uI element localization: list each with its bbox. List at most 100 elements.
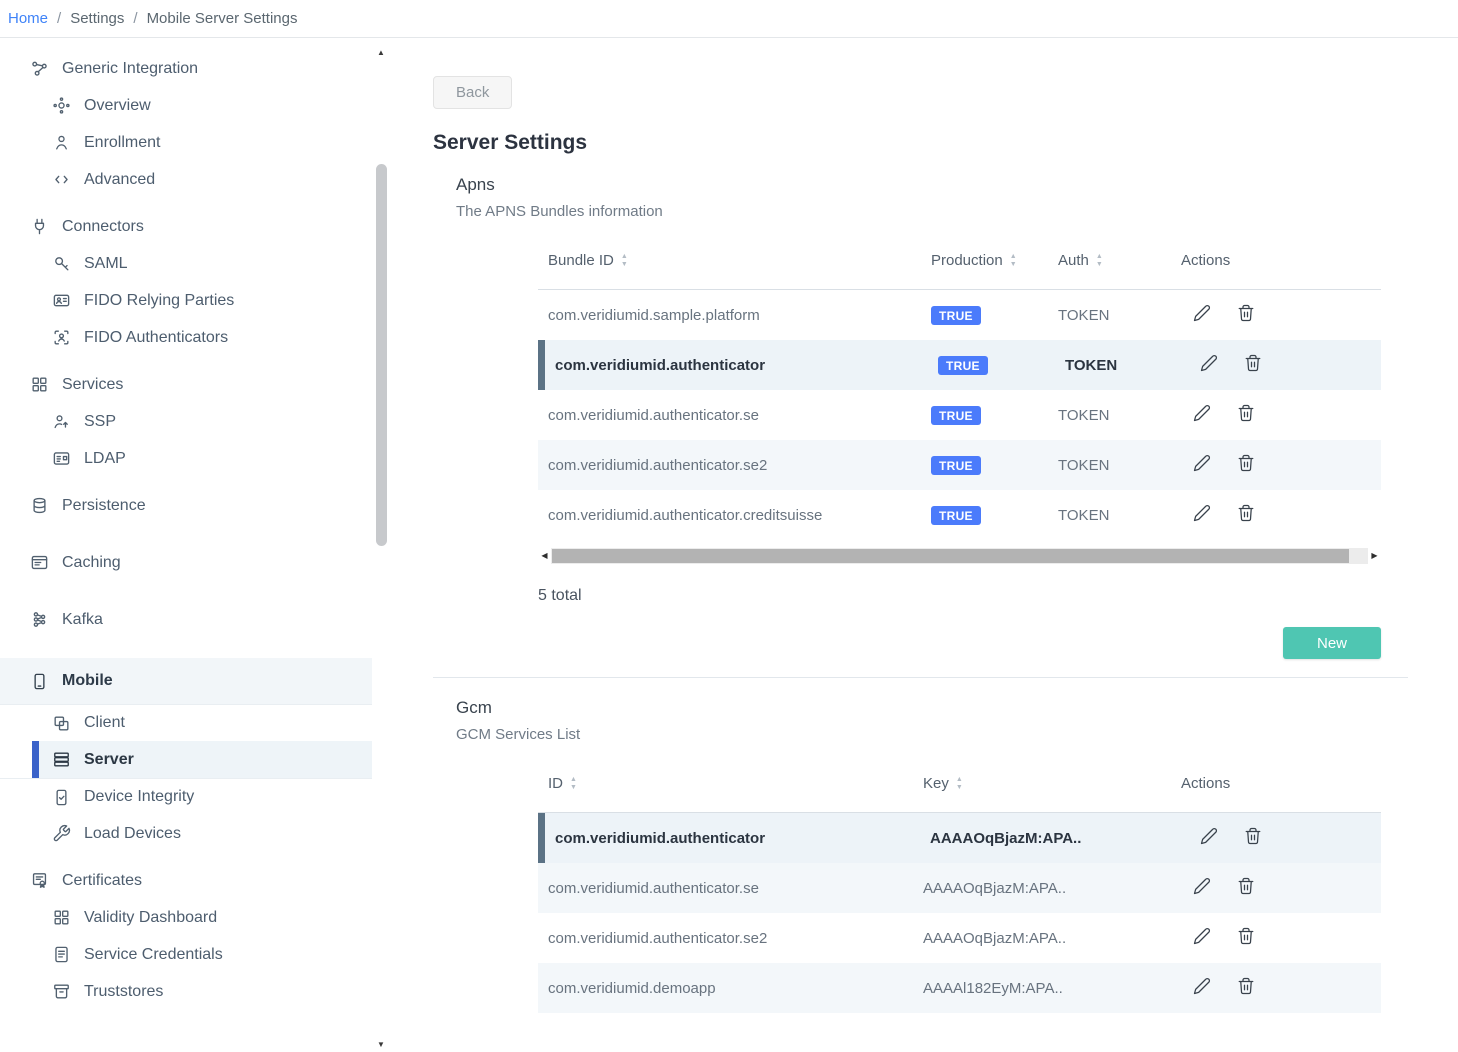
sidebar-item-kafka[interactable]: Kafka [0,601,372,638]
delete-icon[interactable] [1237,977,1255,995]
delete-icon[interactable] [1237,877,1255,895]
sidebar-item-fido-authenticators[interactable]: FIDO Authenticators [0,319,372,356]
sidebar-item-certificates[interactable]: Certificates [0,862,372,899]
sidebar-item-advanced[interactable]: Advanced [0,161,372,198]
table-row[interactable]: com.veridiumid.authenticator.se2 AAAAOqB… [538,913,1381,963]
id-card-icon [52,449,71,468]
delete-icon[interactable] [1237,454,1255,472]
sidebar-item-ssp[interactable]: SSP [0,403,372,440]
delete-icon[interactable] [1237,404,1255,422]
sidebar-item-ldap[interactable]: LDAP [0,440,372,477]
breadcrumb-separator: / [57,10,61,27]
edit-icon[interactable] [1193,977,1211,995]
sidebar-item-label: FIDO Relying Parties [84,292,234,310]
scroll-right-icon[interactable]: ▶ [1368,551,1381,560]
delete-icon[interactable] [1237,304,1255,322]
sort-icon[interactable] [1096,253,1103,268]
sidebar-item-label: Load Devices [84,825,181,843]
auth-cell: TOKEN [1058,307,1181,324]
sidebar-item-label: Connectors [62,218,144,236]
column-header-key[interactable]: Key [923,775,1181,792]
sidebar-item-mobile[interactable]: Mobile [0,658,372,704]
back-button[interactable]: Back [433,76,512,109]
server-icon [52,750,71,769]
sort-icon[interactable] [956,776,963,791]
table-row[interactable]: com.veridiumid.authenticator.se TRUE TOK… [538,390,1381,440]
edit-icon[interactable] [1200,827,1218,845]
sidebar-item-fido-relying-parties[interactable]: FIDO Relying Parties [0,282,372,319]
sidebar-item-label: Persistence [62,497,146,515]
edit-icon[interactable] [1193,504,1211,522]
sidebar-item-label: Overview [84,97,151,115]
column-header-bundle-id[interactable]: Bundle ID [538,252,931,269]
edit-icon[interactable] [1193,454,1211,472]
archive-icon [52,982,71,1001]
column-header-auth[interactable]: Auth [1058,252,1181,269]
sidebar-item-service-credentials[interactable]: Service Credentials [0,936,372,973]
scan-person-icon [52,328,71,347]
edit-icon[interactable] [1193,404,1211,422]
sidebar-item-services[interactable]: Services [0,366,372,403]
auth-cell: TOKEN [1058,507,1181,524]
edit-icon[interactable] [1193,927,1211,945]
scrollbar-track[interactable] [551,548,1368,564]
window-icon [30,553,49,572]
gcm-table: ID Key Actions com.veridiumid.authentica… [538,755,1381,1013]
table-row-selected[interactable]: com.veridiumid.authenticator TRUE TOKEN [538,340,1381,390]
column-header-production[interactable]: Production [931,252,1058,269]
delete-icon[interactable] [1237,504,1255,522]
sidebar-item-label: Client [84,714,125,732]
actions-cell [1181,877,1381,899]
scrollbar-thumb[interactable] [376,164,387,546]
apns-table-header: Bundle ID Production Auth Actions [538,232,1381,290]
sidebar-item-label: Enrollment [84,134,160,152]
sidebar-item-enrollment[interactable]: Enrollment [0,124,372,161]
key-cell: AAAAOqBjazM:APA.. [923,930,1181,947]
table-row-selected[interactable]: com.veridiumid.authenticator AAAAOqBjazM… [538,813,1381,863]
delete-icon[interactable] [1244,827,1262,845]
sort-icon[interactable] [570,776,577,791]
sidebar-item-server[interactable]: Server [32,741,372,778]
sidebar-item-caching[interactable]: Caching [0,544,372,581]
sidebar-item-connectors[interactable]: Connectors [0,208,372,245]
sidebar-item-truststores[interactable]: Truststores [0,973,372,1010]
column-header-actions: Actions [1181,775,1381,792]
table-row[interactable]: com.veridiumid.demoapp AAAAl182EyM:APA.. [538,963,1381,1013]
delete-icon[interactable] [1244,354,1262,372]
sidebar-item-overview[interactable]: Overview [0,87,372,124]
edit-icon[interactable] [1193,304,1211,322]
column-header-id[interactable]: ID [538,775,923,792]
table-row[interactable]: com.veridiumid.authenticator.se2 TRUE TO… [538,440,1381,490]
nodes-icon [30,610,49,629]
horizontal-scrollbar[interactable]: ◀ ▶ [538,547,1381,564]
table-row[interactable]: com.veridiumid.authenticator.creditsuiss… [538,490,1381,540]
sidebar-item-generic-integration[interactable]: Generic Integration [0,50,372,87]
actions-cell [1181,404,1381,426]
scroll-up-icon[interactable]: ▲ [373,46,389,60]
breadcrumb-settings[interactable]: Settings [70,10,124,27]
edit-icon[interactable] [1200,354,1218,372]
sidebar-item-device-integrity[interactable]: Device Integrity [0,778,372,815]
scrollbar-thumb[interactable] [552,549,1349,563]
breadcrumb-home-link[interactable]: Home [8,10,48,27]
bundle-id-cell: com.veridiumid.authenticator.se [538,407,931,424]
sort-icon[interactable] [1010,253,1017,268]
table-row[interactable]: com.veridiumid.authenticator.se AAAAOqBj… [538,863,1381,913]
sidebar-item-saml[interactable]: SAML [0,245,372,282]
scroll-left-icon[interactable]: ◀ [538,551,551,560]
code-icon [52,170,71,189]
sidebar-item-validity-dashboard[interactable]: Validity Dashboard [0,899,372,936]
apns-total-count: 5 total [538,587,1381,605]
sidebar-item-load-devices[interactable]: Load Devices [0,815,372,852]
edit-icon[interactable] [1193,877,1211,895]
section-divider [433,677,1408,678]
sidebar-item-persistence[interactable]: Persistence [0,487,372,524]
sort-icon[interactable] [621,253,628,268]
sidebar-item-client[interactable]: Client [0,704,372,741]
table-row[interactable]: com.veridiumid.sample.platform TRUE TOKE… [538,290,1381,340]
scroll-down-icon[interactable]: ▼ [373,1038,389,1052]
actions-cell [1181,927,1381,949]
delete-icon[interactable] [1237,927,1255,945]
sidebar-scrollbar[interactable]: ▲ ▼ [373,46,389,1052]
new-button[interactable]: New [1283,627,1381,659]
